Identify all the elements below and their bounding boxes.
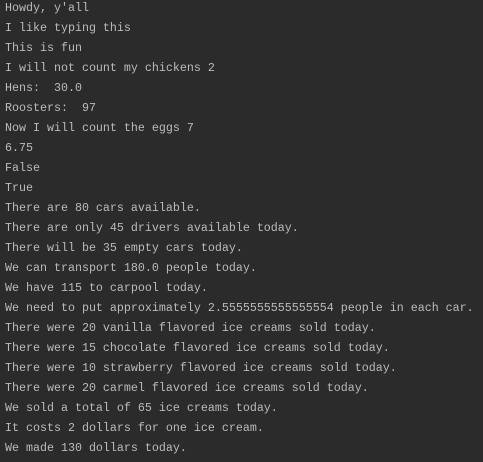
console-line: I will not count my chickens 2 bbox=[5, 61, 215, 75]
console-line: 6.75 bbox=[5, 141, 33, 155]
console-line: True bbox=[5, 181, 33, 195]
console-line: I like typing this bbox=[5, 21, 131, 35]
console-line: We sold a total of 65 ice creams today. bbox=[5, 401, 278, 415]
console-line: Howdy, y'all bbox=[5, 1, 89, 15]
console-line: It costs 2 dollars for one ice cream. bbox=[5, 421, 264, 435]
console-line: We have 115 to carpool today. bbox=[5, 281, 208, 295]
console-line: We need to put approximately 2.555555555… bbox=[5, 301, 474, 315]
console-line: We can transport 180.0 people today. bbox=[5, 261, 257, 275]
console-line: There were 20 carmel flavored ice creams… bbox=[5, 381, 369, 395]
console-line: We made 130 dollars today. bbox=[5, 441, 187, 455]
console-line: There are 80 cars available. bbox=[5, 201, 201, 215]
console-line: This is fun bbox=[5, 41, 82, 55]
console-line: There will be 35 empty cars today. bbox=[5, 241, 243, 255]
console-output: Howdy, y'all I like typing this This is fu… bbox=[5, 0, 483, 458]
console-line: Now I will count the eggs 7 bbox=[5, 121, 194, 135]
console-line: There are only 45 drivers available toda… bbox=[5, 221, 299, 235]
console-line: There were 10 strawberry flavored ice cr… bbox=[5, 361, 397, 375]
console-line: False bbox=[5, 161, 40, 175]
console-line: Roosters: 97 bbox=[5, 101, 96, 115]
console-line: There were 15 chocolate flavored ice cre… bbox=[5, 341, 390, 355]
console-line: There were 20 vanilla flavored ice cream… bbox=[5, 321, 376, 335]
console-line: Hens: 30.0 bbox=[5, 81, 82, 95]
